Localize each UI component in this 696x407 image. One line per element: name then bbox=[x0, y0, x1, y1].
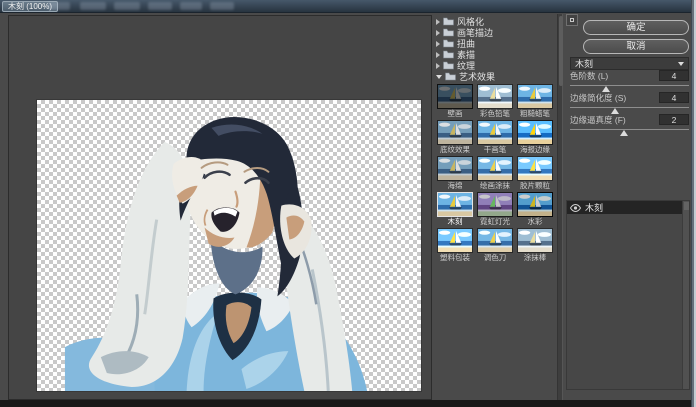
filter-thumbnail[interactable]: 绘画涂抹 bbox=[476, 156, 514, 190]
thumbnail-boat-scene bbox=[518, 229, 552, 252]
filter-thumbnail[interactable]: 胶片颗粒 bbox=[516, 156, 554, 190]
filter-thumbnail[interactable]: 霓虹灯光 bbox=[476, 192, 514, 226]
ok-button[interactable]: 确定 bbox=[583, 20, 689, 35]
category-item[interactable]: 风格化 bbox=[434, 16, 556, 27]
thumbnail-boat-scene bbox=[478, 121, 512, 144]
filter-thumbnail[interactable]: 彩色铅笔 bbox=[476, 84, 514, 118]
chevron-right-icon bbox=[436, 19, 440, 25]
preview-image-canvas bbox=[36, 99, 422, 392]
filter-panel-scrollbar[interactable] bbox=[557, 14, 563, 400]
scrollbar-thumb[interactable] bbox=[559, 16, 563, 86]
filter-thumbnail[interactable]: 涂抹棒 bbox=[516, 228, 554, 262]
effect-list-scrollbar[interactable] bbox=[682, 201, 689, 389]
thumbnail-boat-scene bbox=[478, 193, 512, 216]
filter-thumbnail[interactable]: 调色刀 bbox=[476, 228, 514, 262]
filter-select-value: 木刻 bbox=[575, 57, 678, 70]
slider-track[interactable] bbox=[570, 126, 689, 136]
filter-select[interactable]: 木刻 bbox=[570, 57, 689, 70]
thumbnail-boat-scene bbox=[438, 157, 472, 180]
filter-thumbnail[interactable]: 水彩 bbox=[516, 192, 554, 226]
titlebar-blurred-text bbox=[180, 2, 202, 10]
filter-gallery-window: 木刻 (100%) bbox=[0, 0, 696, 407]
titlebar: 木刻 (100%) bbox=[0, 0, 696, 13]
folder-icon bbox=[443, 39, 454, 48]
effect-layer-row[interactable]: 木刻 bbox=[567, 201, 689, 214]
thumbnail-boat-scene bbox=[438, 121, 472, 144]
chevron-right-icon bbox=[436, 30, 440, 36]
slider-label: 色阶数 (L) bbox=[570, 70, 659, 82]
category-item[interactable]: 扭曲 bbox=[434, 38, 556, 49]
visibility-eye-icon[interactable] bbox=[570, 204, 581, 212]
titlebar-blurred-text bbox=[148, 2, 172, 10]
slider-track[interactable] bbox=[570, 82, 689, 92]
thumbnail-boat-scene bbox=[518, 157, 552, 180]
thumbnail-boat-scene bbox=[438, 85, 472, 108]
titlebar-blurred-text bbox=[48, 2, 70, 10]
filter-thumbnail[interactable]: 干画笔 bbox=[476, 120, 514, 154]
slider-label: 边缘逼真度 (F) bbox=[570, 114, 659, 126]
slider-value-box[interactable]: 4 bbox=[659, 70, 689, 81]
slider-group: 边缘逼真度 (F)2 bbox=[570, 114, 689, 136]
chevron-down-icon bbox=[436, 75, 442, 79]
folder-icon bbox=[443, 17, 454, 26]
filter-categories-panel: 风格化画笔描边扭曲素描纹理艺术效果 壁画彩色铅笔粗糙蜡笔底纹效果干画笔海报边缘海… bbox=[434, 14, 556, 400]
thumbnail-boat-scene bbox=[518, 85, 552, 108]
titlebar-blurred-text bbox=[114, 2, 140, 10]
chevron-down-icon bbox=[678, 62, 684, 66]
filter-thumbnail[interactable]: 海绵 bbox=[436, 156, 474, 190]
thumbnail-boat-scene bbox=[478, 85, 512, 108]
folder-icon bbox=[443, 61, 454, 70]
titlebar-blurred-text bbox=[80, 2, 106, 10]
cancel-button[interactable]: 取消 bbox=[583, 39, 689, 54]
preview-pane[interactable] bbox=[8, 15, 432, 400]
folder-icon bbox=[443, 28, 454, 37]
filter-thumbnail[interactable]: 壁画 bbox=[436, 84, 474, 118]
thumbnail-boat-scene bbox=[438, 193, 472, 216]
slider-group: 色阶数 (L)4 bbox=[570, 70, 689, 92]
collapse-icon bbox=[570, 18, 574, 22]
thumbnail-boat-scene bbox=[518, 121, 552, 144]
folder-icon bbox=[443, 50, 454, 59]
slider-thumb[interactable] bbox=[620, 130, 628, 136]
titlebar-blurred-text bbox=[210, 2, 234, 10]
slider-label: 边缘简化度 (S) bbox=[570, 92, 659, 104]
filter-thumbnail[interactable]: 海报边缘 bbox=[516, 120, 554, 154]
collapse-thumbnails-button[interactable] bbox=[566, 14, 578, 26]
filter-thumbnail[interactable]: 粗糙蜡笔 bbox=[516, 84, 554, 118]
category-item[interactable]: 艺术效果 bbox=[434, 71, 556, 82]
thumbnail-boat-scene bbox=[478, 229, 512, 252]
scrollbar-cap bbox=[684, 202, 689, 210]
effect-layers-list: 木刻 bbox=[566, 200, 690, 390]
slider-value-box[interactable]: 4 bbox=[659, 92, 689, 103]
filter-thumbnail[interactable]: 底纹效果 bbox=[436, 120, 474, 154]
cutout-portrait bbox=[37, 100, 421, 391]
window-right-edge bbox=[691, 0, 696, 407]
filter-thumbnail[interactable]: 木刻 bbox=[436, 192, 474, 226]
filter-thumbnail[interactable]: 塑料包装 bbox=[436, 228, 474, 262]
folder-icon bbox=[445, 72, 456, 81]
filter-settings-panel: 确定 取消 木刻 色阶数 (L)4边缘简化度 (S)4边缘逼真度 (F)2 木刻 bbox=[565, 14, 691, 400]
slider-group: 边缘简化度 (S)4 bbox=[570, 92, 689, 114]
slider-value-box[interactable]: 2 bbox=[659, 114, 689, 125]
chevron-right-icon bbox=[436, 52, 440, 58]
chevron-right-icon bbox=[436, 41, 440, 47]
window-bottom-edge bbox=[0, 400, 691, 407]
category-item[interactable]: 纹理 bbox=[434, 60, 556, 71]
slider-track[interactable] bbox=[570, 104, 689, 114]
category-item[interactable]: 素描 bbox=[434, 49, 556, 60]
chevron-right-icon bbox=[436, 63, 440, 69]
category-item[interactable]: 画笔描边 bbox=[434, 27, 556, 38]
thumbnail-boat-scene bbox=[478, 157, 512, 180]
thumbnail-boat-scene bbox=[438, 229, 472, 252]
thumbnail-boat-scene bbox=[518, 193, 552, 216]
